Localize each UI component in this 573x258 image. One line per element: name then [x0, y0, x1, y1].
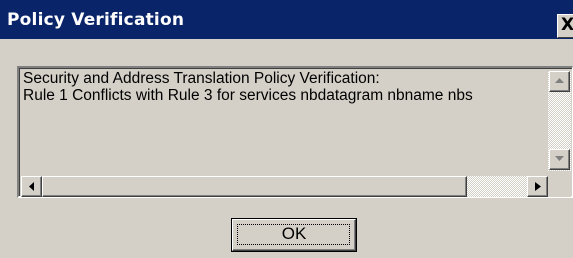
scroll-left-button[interactable] — [21, 176, 42, 197]
close-button[interactable]: X — [557, 14, 573, 38]
close-icon: X — [561, 15, 573, 35]
message-textbox[interactable]: Security and Address Translation Policy … — [17, 66, 573, 198]
scrollbar-corner — [548, 176, 571, 197]
ok-button[interactable]: OK — [231, 218, 357, 252]
window-body-top — [0, 39, 573, 49]
ok-button-label: OK — [281, 224, 307, 243]
message-text: Security and Address Translation Policy … — [23, 70, 563, 175]
arrow-left-icon — [29, 182, 34, 191]
arrow-right-icon — [535, 182, 541, 191]
message-line-1: Security and Address Translation Policy … — [23, 70, 380, 87]
horizontal-scroll-thumb[interactable] — [42, 176, 467, 197]
window-title: Policy Verification — [7, 10, 185, 30]
message-line-2: Rule 1 Conflicts with Rule 3 for service… — [23, 87, 473, 104]
horizontal-scrollbar[interactable] — [21, 176, 548, 197]
title-bar: Policy Verification X — [0, 0, 573, 39]
scroll-up-button[interactable] — [549, 71, 570, 92]
arrow-up-icon — [555, 78, 564, 83]
scroll-down-button[interactable] — [549, 149, 570, 170]
vertical-scrollbar[interactable] — [548, 71, 571, 171]
arrow-down-icon — [555, 156, 564, 161]
scroll-right-button[interactable] — [527, 176, 548, 197]
